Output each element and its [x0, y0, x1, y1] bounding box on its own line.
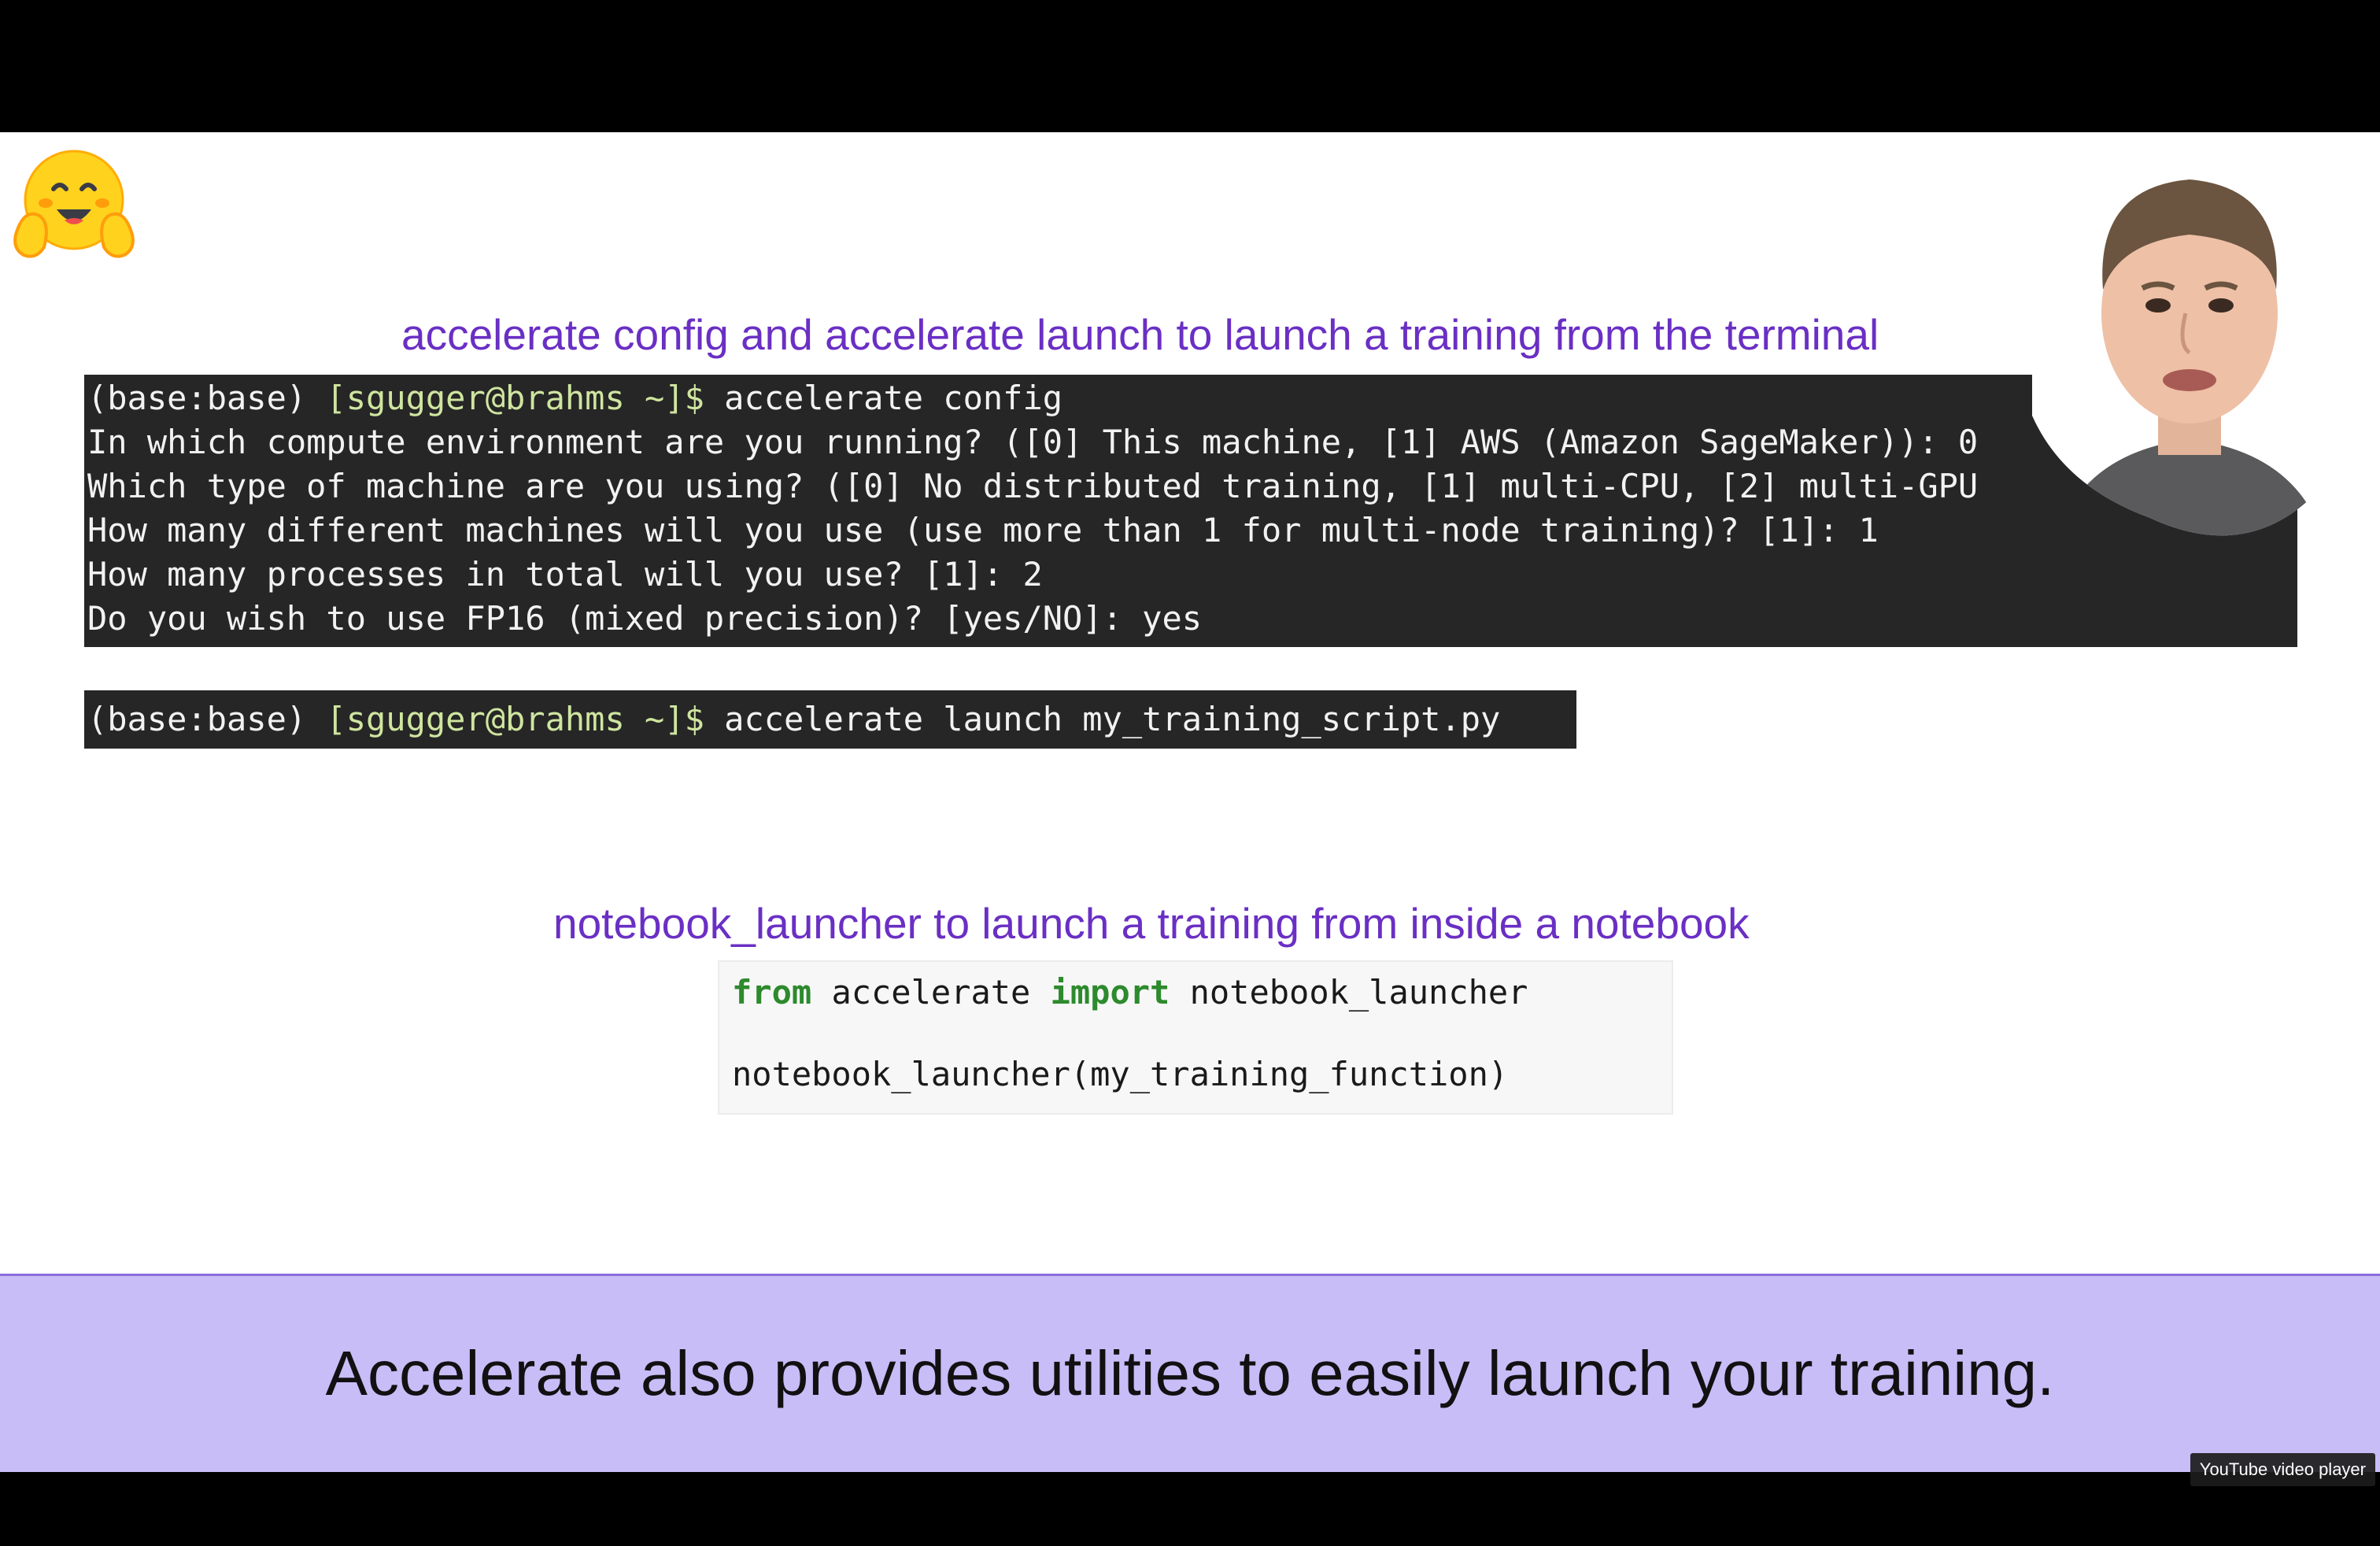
module-name: accelerate — [811, 973, 1051, 1012]
code-import-line: from accelerate import notebook_launcher — [732, 973, 1528, 1012]
terminal-section-heading: accelerate config and accelerate launch … — [401, 310, 1879, 359]
slide: accelerate config and accelerate launch … — [0, 132, 2380, 1472]
presenter-webcam-image — [2032, 156, 2347, 536]
youtube-player-label[interactable]: YouTube video player — [2190, 1453, 2375, 1486]
terminal-output-line: Do you wish to use FP16 (mixed precision… — [87, 599, 1203, 638]
keyword-from: from — [732, 973, 812, 1012]
code-call-line: notebook_launcher(my_training_function) — [732, 1055, 1509, 1093]
prompt-user: [sgugger@brahms ~]$ — [326, 700, 704, 738]
hugging-face-logo-icon — [13, 150, 135, 258]
notebook-code-cell: from accelerate import notebook_launcher… — [718, 960, 1673, 1115]
terminal-prompt-line: (base:base) [sgugger@brahms ~]$ accelera… — [87, 695, 1500, 744]
command-text: accelerate config — [704, 379, 1063, 417]
notebook-section-heading: notebook_launcher to launch a training f… — [553, 899, 1750, 948]
terminal-launch-block: (base:base) [sgugger@brahms ~]$ accelera… — [84, 690, 1576, 749]
prompt-base: (base:base) — [87, 379, 327, 417]
command-text: accelerate launch my_training_script.py — [704, 700, 1501, 738]
keyword-import: import — [1050, 973, 1170, 1012]
caption-bar: Accelerate also provides utilities to ea… — [0, 1274, 2380, 1472]
terminal-config-block: (base:base) [sgugger@brahms ~]$ accelera… — [84, 375, 2297, 647]
prompt-base: (base:base) — [87, 700, 327, 738]
terminal-output-line: In which compute environment are you run… — [87, 423, 1979, 461]
prompt-user: [sgugger@brahms ~]$ — [326, 379, 704, 417]
terminal-output-line: How many different machines will you use… — [87, 511, 1879, 549]
terminal-output-line: How many processes in total will you use… — [87, 555, 1043, 594]
imported-name: notebook_launcher — [1170, 973, 1528, 1012]
terminal-output-line: Which type of machine are you using? ([0… — [87, 467, 1979, 505]
terminal-prompt-line: (base:base) [sgugger@brahms ~]$ accelera… — [87, 376, 1062, 420]
caption-text: Accelerate also provides utilities to ea… — [325, 1338, 2055, 1408]
